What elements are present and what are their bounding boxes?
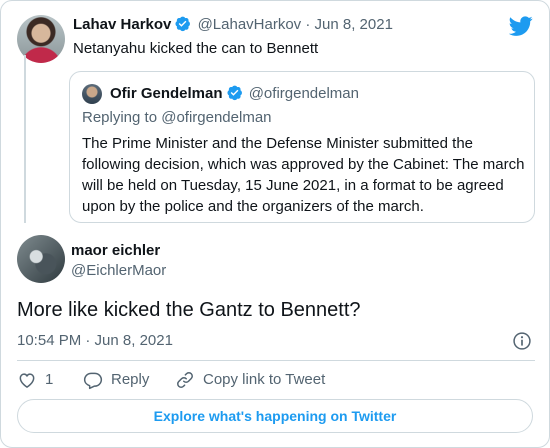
reply-button[interactable]: Reply xyxy=(83,370,149,390)
twitter-bird-icon[interactable] xyxy=(509,14,533,38)
avatar[interactable] xyxy=(82,84,102,104)
copy-link-label: Copy link to Tweet xyxy=(203,371,326,388)
verified-badge-icon xyxy=(175,16,191,32)
quoted-tweet-header: Ofir Gendelman @ofirgendelman xyxy=(110,84,359,104)
separator: · xyxy=(305,16,311,33)
reply-label: Reply xyxy=(111,371,150,388)
author-name[interactable]: Ofir Gendelman xyxy=(110,85,223,102)
parent-tweet-header: Lahav Harkov @LahavHarkov · Jun 8, 2021 xyxy=(73,15,393,35)
quoted-tweet[interactable]: Ofir Gendelman @ofirgendelman Replying t… xyxy=(69,71,535,223)
author-handle[interactable]: @LahavHarkov xyxy=(198,16,302,33)
author-name[interactable]: maor eichler xyxy=(71,241,160,261)
like-count: 1 xyxy=(45,371,54,388)
thread-connector-line xyxy=(24,55,26,223)
tweet-timestamp[interactable]: 10:54 PM · Jun 8, 2021 xyxy=(17,331,173,351)
copy-link-button[interactable]: Copy link to Tweet xyxy=(175,370,325,390)
divider xyxy=(17,360,535,361)
avatar[interactable] xyxy=(17,235,65,283)
reply-bubble-icon xyxy=(83,372,103,390)
like-button[interactable]: 1 xyxy=(17,370,53,390)
author-handle[interactable]: @ofirgendelman xyxy=(249,85,359,102)
parent-tweet-text: Netanyahu kicked the can to Bennett xyxy=(73,40,319,57)
verified-badge-icon xyxy=(227,85,242,101)
replying-to: Replying to @ofirgendelman xyxy=(82,109,272,126)
quoted-tweet-text: The Prime Minister and the Defense Minis… xyxy=(82,135,525,215)
tweet-embed-card: Lahav Harkov @LahavHarkov · Jun 8, 2021 … xyxy=(0,0,550,448)
tweet-text: More like kicked the Gantz to Bennett? xyxy=(17,299,361,321)
heart-icon xyxy=(19,373,35,388)
author-handle[interactable]: @EichlerMaor xyxy=(71,261,166,281)
link-icon xyxy=(177,372,193,388)
tweet-date[interactable]: Jun 8, 2021 xyxy=(315,16,393,33)
info-icon[interactable] xyxy=(512,331,532,351)
author-name[interactable]: Lahav Harkov xyxy=(73,16,171,33)
explore-twitter-button[interactable]: Explore what's happening on Twitter xyxy=(17,399,533,433)
